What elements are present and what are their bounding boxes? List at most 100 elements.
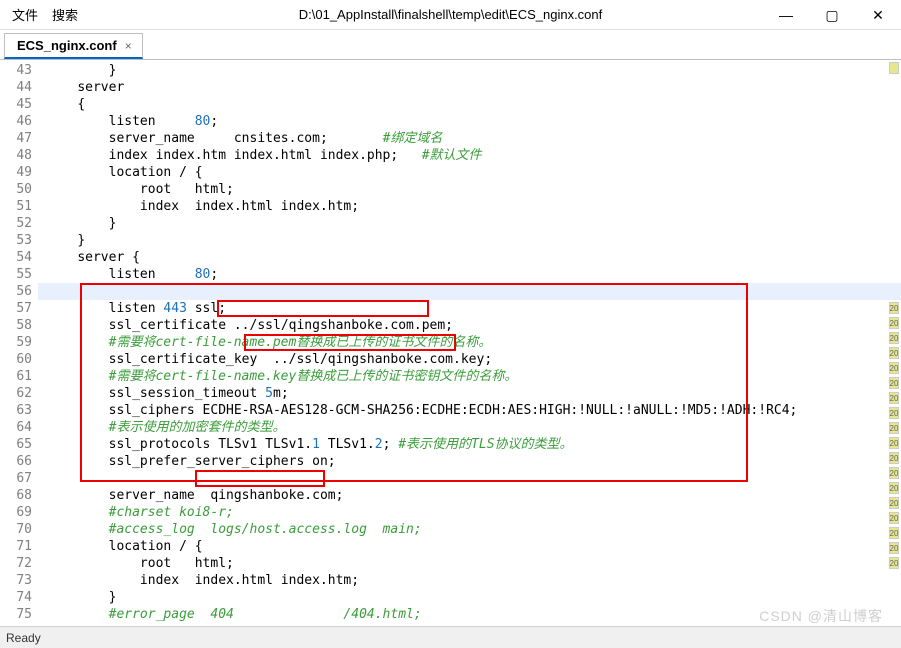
code-line[interactable]: ssl_certificate ../ssl/qingshanboke.com.…: [38, 317, 901, 334]
line-number: 61: [0, 368, 32, 385]
code-line[interactable]: #需要将cert-file-name.key替换成已上传的证书密钥文件的名称。: [38, 368, 901, 385]
line-number: 72: [0, 555, 32, 572]
change-marker: 20: [889, 527, 899, 539]
code-line[interactable]: }: [38, 589, 901, 606]
menu-search[interactable]: 搜索: [52, 5, 78, 24]
line-number-gutter: 4344454647484950515253545556575859606162…: [0, 60, 38, 625]
line-number: 60: [0, 351, 32, 368]
code-line[interactable]: ssl_session_timeout 5m;: [38, 385, 901, 402]
line-number: 58: [0, 317, 32, 334]
line-number: 76: [0, 623, 32, 625]
code-line[interactable]: ssl_ciphers ECDHE-RSA-AES128-GCM-SHA256:…: [38, 402, 901, 419]
code-line[interactable]: server: [38, 79, 901, 96]
tab-ecs-nginx-conf[interactable]: ECS_nginx.conf ×: [4, 33, 143, 59]
code-line[interactable]: server_name qingshanboke.com;: [38, 487, 901, 504]
change-marker: 20: [889, 332, 899, 344]
change-marker: [889, 62, 899, 74]
code-line[interactable]: root html;: [38, 181, 901, 198]
line-number: 71: [0, 538, 32, 555]
menu-file[interactable]: 文件: [12, 5, 38, 24]
change-marker: 20: [889, 482, 899, 494]
code-line[interactable]: location / {: [38, 538, 901, 555]
change-marker: 20: [889, 557, 899, 569]
code-line[interactable]: {: [38, 96, 901, 113]
line-number: 49: [0, 164, 32, 181]
code-line[interactable]: ssl_protocols TLSv1 TLSv1.1 TLSv1.2; #表示…: [38, 436, 901, 453]
code-line[interactable]: index index.html index.htm;: [38, 572, 901, 589]
code-line[interactable]: ssl_certificate_key ../ssl/qingshanboke.…: [38, 351, 901, 368]
window-title-path: D:\01_AppInstall\finalshell\temp\edit\EC…: [299, 7, 603, 22]
code-line[interactable]: index index.htm index.html index.php; #默…: [38, 147, 901, 164]
line-number: 66: [0, 453, 32, 470]
editor[interactable]: 4344454647484950515253545556575859606162…: [0, 60, 901, 625]
line-number: 56: [0, 283, 32, 300]
code-line[interactable]: #需要将cert-file-name.pem替换成已上传的证书文件的名称。: [38, 334, 901, 351]
close-button[interactable]: ✕: [855, 0, 901, 30]
line-number: 62: [0, 385, 32, 402]
line-number: 55: [0, 266, 32, 283]
line-number: 44: [0, 79, 32, 96]
code-line[interactable]: }: [38, 215, 901, 232]
line-number: 50: [0, 181, 32, 198]
line-number: 63: [0, 402, 32, 419]
maximize-button[interactable]: ▢: [809, 0, 855, 30]
line-number: 68: [0, 487, 32, 504]
change-marker: 20: [889, 437, 899, 449]
change-marker: 20: [889, 362, 899, 374]
change-marker: 20: [889, 377, 899, 389]
change-marker: 20: [889, 542, 899, 554]
watermark: CSDN @清山博客: [759, 606, 883, 626]
status-bar: Ready: [0, 626, 901, 648]
line-number: 45: [0, 96, 32, 113]
line-number: 43: [0, 62, 32, 79]
code-line[interactable]: listen 80;: [38, 266, 901, 283]
line-number: 75: [0, 606, 32, 623]
code-line[interactable]: root html;: [38, 555, 901, 572]
line-number: 52: [0, 215, 32, 232]
change-marker: 20: [889, 407, 899, 419]
code-line[interactable]: #access_log logs/host.access.log main;: [38, 521, 901, 538]
line-number: 59: [0, 334, 32, 351]
code-line[interactable]: location / {: [38, 164, 901, 181]
code-line[interactable]: }: [38, 62, 901, 79]
code-line[interactable]: listen 80;: [38, 113, 901, 130]
change-markers-col: 20 20 20 20 20 20 20 20 20 20 20 20 20 2…: [887, 300, 901, 572]
change-marker: 20: [889, 497, 899, 509]
change-marker: 20: [889, 467, 899, 479]
code-line[interactable]: server {: [38, 249, 901, 266]
change-marker: 20: [889, 452, 899, 464]
code-line[interactable]: ssl_prefer_server_ciphers on;: [38, 453, 901, 470]
code-line[interactable]: }: [38, 232, 901, 249]
minimize-button[interactable]: —: [763, 0, 809, 30]
change-marker: 20: [889, 347, 899, 359]
line-number: 46: [0, 113, 32, 130]
line-number: 73: [0, 572, 32, 589]
code-line[interactable]: #charset koi8-r;: [38, 504, 901, 521]
tab-close-icon[interactable]: ×: [125, 39, 132, 53]
code-area[interactable]: } server { listen 80; server_name cnsite…: [38, 60, 901, 625]
code-line[interactable]: #表示使用的加密套件的类型。: [38, 419, 901, 436]
code-line[interactable]: server_name cnsites.com; #绑定域名: [38, 130, 901, 147]
line-number: 57: [0, 300, 32, 317]
change-marker: 20: [889, 302, 899, 314]
line-number: 64: [0, 419, 32, 436]
tab-label: ECS_nginx.conf: [17, 38, 117, 53]
code-line[interactable]: listen 443 ssl;: [38, 300, 901, 317]
change-marker: 20: [889, 512, 899, 524]
line-number: 70: [0, 521, 32, 538]
line-number: 74: [0, 589, 32, 606]
code-line[interactable]: index index.html index.htm;: [38, 198, 901, 215]
line-number: 51: [0, 198, 32, 215]
code-line[interactable]: [38, 470, 901, 487]
change-marker: 20: [889, 317, 899, 329]
change-marker: 20: [889, 392, 899, 404]
tab-bar: ECS_nginx.conf ×: [0, 30, 901, 60]
line-number: 54: [0, 249, 32, 266]
status-text: Ready: [6, 631, 41, 645]
line-number: 47: [0, 130, 32, 147]
change-markers: [887, 60, 901, 77]
line-number: 48: [0, 147, 32, 164]
line-number: 67: [0, 470, 32, 487]
line-number: 69: [0, 504, 32, 521]
code-line[interactable]: [38, 283, 901, 300]
